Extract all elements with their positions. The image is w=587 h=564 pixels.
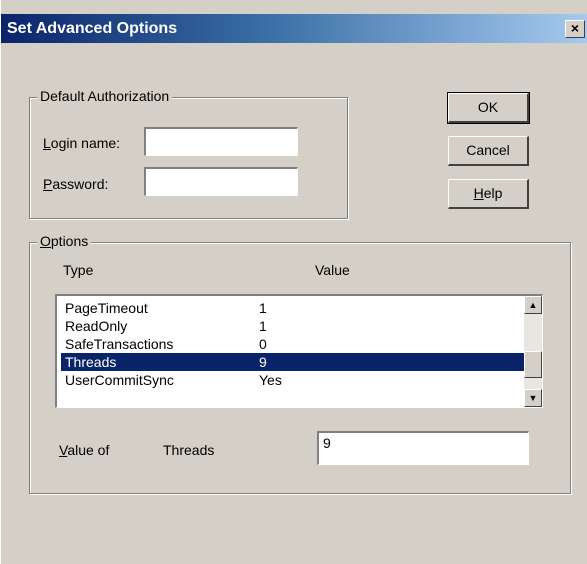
help-button[interactable]: Help [448,179,529,209]
ok-button[interactable]: OK [447,92,530,124]
scroll-down-button[interactable]: ▼ [524,389,542,407]
list-item[interactable]: PageTimeout 1 [61,299,525,317]
title-bar[interactable]: Set Advanced Options × [1,14,587,43]
default-authorization-group [29,97,348,219]
list-item[interactable]: ReadOnly 1 [61,317,525,335]
up-arrow-icon: ▲ [528,300,538,310]
list-item[interactable]: SafeTransactions 0 [61,335,525,353]
type-column-header: Type [63,262,94,278]
value-of-label: Value of [59,442,110,458]
down-arrow-icon: ▼ [528,393,538,403]
password-label: Password: [43,176,109,192]
options-legend: Options [37,233,92,249]
list-item-selected[interactable]: Threads 9 [60,352,526,372]
list-scrollbar[interactable]: ▲ ▼ [524,296,542,407]
value-of-option-name: Threads [163,442,215,458]
cancel-button[interactable]: Cancel [448,136,529,166]
password-input[interactable] [144,167,298,196]
scroll-thumb[interactable] [524,351,542,378]
login-name-label: Login name: [43,135,121,151]
value-input[interactable]: 9 [317,431,529,465]
scroll-up-button[interactable]: ▲ [524,296,542,314]
login-name-input[interactable] [144,127,298,156]
advanced-options-dialog: Set Advanced Options × Default Authoriza… [0,0,587,564]
value-column-header: Value [315,262,350,278]
options-list[interactable]: PageTimeout 1 ReadOnly 1 SafeTransaction… [55,294,543,408]
close-icon: × [570,20,580,36]
close-button[interactable]: × [565,20,585,38]
list-item[interactable]: UserCommitSync Yes [61,371,525,389]
default-authorization-legend: Default Authorization [37,88,173,104]
window-title: Set Advanced Options [7,20,178,37]
